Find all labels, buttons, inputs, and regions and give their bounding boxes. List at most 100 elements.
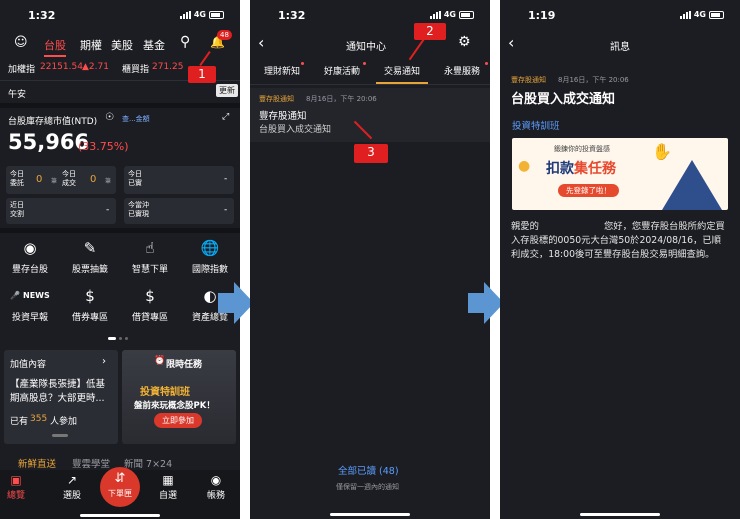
grid-borrowing[interactable]: $ 借貸專區 — [120, 286, 180, 323]
ticker-value-2: 271.25 — [152, 62, 184, 72]
promo-card[interactable]: ⏰ 限時任務 投資特訓班 盤前來玩概念股PK！ 立即參加 — [122, 350, 236, 444]
mountain-graphic — [662, 160, 722, 210]
daytrade-card[interactable]: 今當沖 已實現 - — [124, 198, 234, 224]
nav-select-stock[interactable]: ↗ 選股 — [50, 473, 94, 501]
coin-icon: ● — [518, 158, 531, 174]
lottery-icon: ✎ — [83, 239, 97, 257]
grid-smart-order[interactable]: ☝ 智慧下單 — [120, 238, 180, 275]
status-time: 1:32 — [278, 9, 306, 22]
promo-banner[interactable]: 鍛鍊你的投資盤感 扣款集任務 先登錄了啦！ ● ✋ — [512, 138, 728, 210]
order-summary-card[interactable]: 今日 委託 0 筆 今日 成交 0 筆 — [6, 166, 116, 194]
grid-label: 投資早報 — [11, 313, 48, 323]
battery-icon — [459, 10, 474, 19]
tab-news[interactable]: 新聞 7×24 — [124, 456, 172, 470]
expand-icon[interactable]: ⤢ — [222, 112, 229, 122]
nav-account[interactable]: ◉ 帳務 — [194, 473, 238, 501]
grid-deposit-stock[interactable]: ◉ 豐存台股 — [0, 238, 60, 275]
market-value-label: 台股庫存總市值(NTD) — [8, 117, 98, 127]
value-content-title: 加值內容 — [10, 360, 47, 370]
account-icon[interactable]: ☺ — [14, 35, 28, 50]
tab-us-stock[interactable]: 美股 — [111, 37, 133, 53]
back-icon[interactable]: ‹ — [258, 33, 264, 52]
grid-intl-index[interactable]: 🌐 國際指數 — [180, 238, 240, 275]
tab-fund[interactable]: 基金 — [143, 37, 165, 53]
order-icon: ⇵ — [114, 471, 126, 486]
grid-stock-lottery[interactable]: ✎ 股票抽籤 — [60, 238, 120, 275]
tab-sinopac-service[interactable]: 永豐服務 — [436, 62, 488, 77]
nav-label: 總覽 — [6, 491, 25, 501]
nav-watchlist[interactable]: ▦ 自選 — [146, 473, 190, 501]
grid-label: 借券專區 — [71, 313, 108, 323]
grid-label: 智慧下單 — [131, 265, 168, 275]
recent-settlement-card[interactable]: 近日 交割 - — [6, 198, 116, 224]
bottom-nav: ▣ 總覽 ↗ 選股 ⇵ 下單匣 ▦ 自選 ◉ 帳務 — [0, 467, 240, 519]
status-bar: 1:32 4G — [250, 0, 490, 30]
network-label: 4G — [693, 10, 706, 19]
home-indicator — [80, 514, 160, 517]
retention-note: 僅保留一週內的通知 — [336, 483, 399, 491]
status-bar: 1:32 4G — [0, 0, 240, 30]
notification-badge: 48 — [217, 30, 232, 40]
value-content-card[interactable]: 加值內容 › 【產業隊長張捷】低基期高股息？大部更時... 已有 355 人參加 — [4, 350, 118, 444]
mark-all-read-button[interactable]: 全部已讀 (48) — [338, 463, 399, 477]
unit-label-2: 筆 — [105, 178, 112, 185]
home-indicator — [580, 513, 660, 516]
piggy-bank-icon: ◉ — [23, 239, 37, 257]
grid-label: 豐存台股 — [11, 265, 48, 275]
grid-lending[interactable]: $ 借券專區 — [60, 286, 120, 323]
update-tooltip: 更新 — [216, 84, 238, 97]
chevron-right-icon[interactable]: › — [102, 356, 106, 367]
tap-icon: ☝ — [145, 239, 155, 257]
network-label: 4G — [443, 10, 456, 19]
notification-source: 豐存股通知 — [259, 95, 294, 103]
callout-3: 3 — [354, 144, 388, 163]
message-date: 8月16日，下午 20:06 — [558, 76, 629, 84]
phone-home: 1:32 4G ☺ 台股 期權 美股 基金 ⚲ 🔔 48 加權指 22151.5… — [0, 0, 240, 519]
gear-icon[interactable]: ⚙ — [458, 34, 471, 50]
join-count-prefix: 已有 — [10, 417, 29, 427]
hide-amount-button[interactable]: 查...金額 — [122, 114, 150, 124]
today-realized-value: - — [224, 174, 228, 184]
value-content-text: 【產業隊長張捷】低基期高股息？大部更時... — [10, 379, 106, 404]
account-icon-nav: ◉ — [210, 473, 222, 487]
overview-icon: ▣ — [10, 473, 22, 487]
market-value: 55,966 — [8, 130, 90, 154]
status-time: 1:32 — [28, 9, 56, 22]
tab-academy[interactable]: 豐雲學堂 — [72, 456, 110, 470]
daytrade-value: - — [224, 205, 228, 215]
tab-options[interactable]: 期權 — [80, 37, 102, 53]
tab-finance-news[interactable]: 理財新知 — [256, 62, 308, 77]
ticker-value-1: 22151.54 — [40, 62, 83, 72]
grid-morning-report[interactable]: 🎤 NEWS 投資早報 — [0, 286, 60, 323]
eye-icon[interactable]: ☉ — [105, 112, 114, 123]
grid-icon: ▦ — [162, 473, 174, 487]
unit-label: 筆 — [51, 178, 58, 185]
callout-1-pointer — [199, 50, 211, 67]
dollar-doc-icon: $ — [85, 287, 95, 305]
nav-label: 下單匣 — [108, 489, 132, 498]
search-icon[interactable]: ⚲ — [180, 34, 190, 50]
join-now-button[interactable]: 立即參加 — [154, 413, 202, 428]
tab-tw-stock[interactable]: 台股 — [44, 37, 66, 57]
tab-trade-notice[interactable]: 交易通知 — [376, 64, 428, 84]
message-body: 親愛的 您好，您豐存股台股所約定買入存股標的0050元大台灣50於2024/08… — [511, 221, 725, 260]
grid-label: 借貸專區 — [131, 313, 168, 323]
banner-register-button[interactable]: 先登錄了啦！ — [558, 184, 619, 197]
today-realized-card[interactable]: 今日 已實 - — [124, 166, 234, 194]
grid-label: 股票抽籤 — [71, 265, 108, 275]
training-link[interactable]: 投資特訓班 — [512, 118, 560, 132]
status-bar: 1:19 4G — [500, 0, 740, 30]
nav-overview[interactable]: ▣ 總覽 — [0, 473, 38, 501]
deal-count: 0 — [90, 174, 97, 185]
tab-promotions[interactable]: 好康活動 — [316, 62, 368, 77]
grid-label: 國際指數 — [191, 265, 228, 275]
notification-item[interactable]: 豐存股通知 8月16日，下午 20:06 豐存股通知 台股買入成交通知 — [250, 88, 490, 142]
news-icon: 🎤 NEWS — [10, 291, 50, 300]
recent-settlement-value: - — [106, 205, 110, 215]
banner-word-1: 扣款 — [546, 161, 574, 177]
order-box-button[interactable]: ⇵ 下單匣 — [100, 467, 140, 507]
banner-top-text: 鍛鍊你的投資盤感 — [554, 145, 610, 153]
page-dots — [108, 337, 132, 340]
back-icon[interactable]: ‹ — [508, 33, 514, 52]
nav-label: 自選 — [158, 491, 177, 501]
